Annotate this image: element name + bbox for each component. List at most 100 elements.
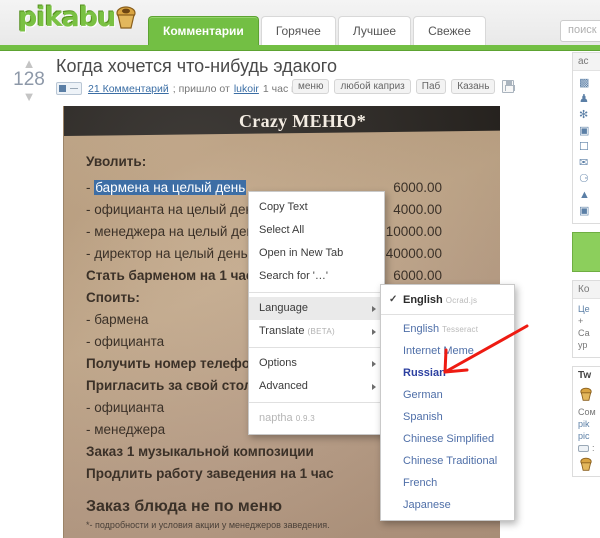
tag-menu[interactable]: меню <box>292 79 330 94</box>
context-menu-item-options[interactable]: Options <box>249 352 384 375</box>
language-sublabel: Ocrad.js <box>445 296 478 305</box>
upload-icon[interactable]: ▲ <box>579 187 600 203</box>
bar-chart-icon[interactable]: ▩ <box>579 75 600 91</box>
post-meta: 21 Комментарий ; пришло от lukoir 1 час … <box>56 82 319 95</box>
menu-item-drink-bartender: - бармена <box>86 312 149 327</box>
context-menu-label: Options <box>259 357 297 369</box>
menu-footnote: *- подробности и условия акции у менедже… <box>86 520 330 530</box>
context-menu-label: Search for '…' <box>259 270 329 282</box>
sidebar-comment-text-2: ур <box>578 340 588 350</box>
language-submenu: ✓ English Ocrad.js English Tesseract Int… <box>380 284 515 521</box>
menu-title: Crazy МЕНЮ* <box>239 111 367 131</box>
vote-widget: ▲ 128 ▼ <box>10 57 48 103</box>
sidebar-comments-box: Ко Це + Са ур <box>572 280 600 358</box>
language-item-russian[interactable]: Russian <box>381 362 514 384</box>
vote-count: 128 <box>13 69 45 90</box>
sidebar-comment-link[interactable]: Це <box>573 303 600 315</box>
context-menu-item-translate[interactable]: Translate (BETA) <box>249 320 384 343</box>
menu-item-extend-hour: Продлить работу заведения на 1 час <box>86 466 334 481</box>
sidebar-tools-header: ас <box>573 53 600 71</box>
search-placeholder: поиск <box>568 24 597 36</box>
copy-icon[interactable]: ☐ <box>579 139 600 155</box>
sidebar-comment-text-1: Са <box>578 328 590 338</box>
context-menu-item-select-all[interactable]: Select All <box>249 219 384 242</box>
language-label: Chinese Simplified <box>403 433 495 445</box>
check-icon: ✓ <box>389 294 398 305</box>
language-item-japanese[interactable]: Japanese <box>381 494 514 516</box>
context-menu-divider <box>249 347 384 348</box>
language-item-french[interactable]: French <box>381 472 514 494</box>
selected-text: бармена на целый день <box>94 180 247 195</box>
comments-link[interactable]: 21 Комментарий <box>88 83 169 95</box>
sidebar-tweet-meta: : <box>573 442 600 454</box>
envelope-icon[interactable]: ✉ <box>579 155 600 171</box>
sidebar-tweet-text: Сом <box>578 407 596 417</box>
menu-item-music: Заказ 1 музыкальной композиции <box>86 444 314 459</box>
chevron-right-icon <box>372 384 376 390</box>
language-label: German <box>403 389 443 401</box>
sidebar-icon-list: ▩ ♟ ✻ ▣ ☐ ✉ ⚆ ▲ ▣ <box>573 71 600 223</box>
language-label: English <box>403 294 443 306</box>
menu-item-drink-waiter: - официанта <box>86 334 165 349</box>
page-title[interactable]: Когда хочется что-нибудь эдакого <box>56 56 337 77</box>
language-item-chinese-traditional[interactable]: Chinese Traditional <box>381 450 514 472</box>
language-label: Japanese <box>403 499 451 511</box>
window-icon[interactable]: ▣ <box>579 123 600 139</box>
menu-item-director-day: - директор на целый день <box>86 246 248 261</box>
menu-item-manager-day: - менеджера на целый день <box>86 224 261 239</box>
menu-item-invite-manager: - менеджера <box>86 422 166 437</box>
post-type-icon <box>56 82 82 95</box>
asterisk-icon[interactable]: ✻ <box>579 107 600 123</box>
language-item-german[interactable]: German <box>381 384 514 406</box>
sidebar-comment-score: + <box>578 316 584 326</box>
context-menu-divider <box>249 292 384 293</box>
sidebar-tweet-link-1[interactable]: pik <box>573 418 600 430</box>
tab-fresh[interactable]: Свежее <box>413 16 486 46</box>
cupcake-icon <box>116 6 136 29</box>
context-menu-item-advanced[interactable]: Advanced <box>249 375 384 398</box>
language-item-spanish[interactable]: Spanish <box>381 406 514 428</box>
menu-item-off-menu-dish: Заказ блюда не по меню <box>86 498 282 515</box>
meta-separator: ; пришло от <box>172 82 230 95</box>
sidebar-promo-banner[interactable] <box>572 232 600 272</box>
language-sublabel: Tesseract <box>442 325 479 334</box>
menu-section-drink: Споить: <box>86 290 140 305</box>
top-bar: pikabu Комментарии Горячее Лучшее Свежее… <box>0 0 600 46</box>
site-logo[interactable]: pikabu <box>18 2 116 33</box>
triangle-down-icon[interactable]: ▼ <box>10 90 48 103</box>
language-item-chinese-simplified[interactable]: Chinese Simplified <box>381 428 514 450</box>
context-menu-label: Open in New Tab <box>259 247 344 259</box>
speech-bubble-icon[interactable]: ⚆ <box>579 171 600 187</box>
context-menu-item-copy-text[interactable]: Copy Text <box>249 196 384 219</box>
menu-item-be-bartender: Стать барменом на 1 час <box>86 268 254 283</box>
context-menu-item-open-new-tab[interactable]: Open in New Tab <box>249 242 384 265</box>
tag-kazan[interactable]: Казань <box>451 79 496 94</box>
language-item-english-tesseract[interactable]: English Tesseract <box>381 318 514 340</box>
person-icon[interactable]: ♟ <box>579 91 600 107</box>
sidebar-tweet-link-2[interactable]: pic <box>573 430 600 442</box>
tab-best[interactable]: Лучшее <box>337 16 412 46</box>
tab-hot[interactable]: Горячее <box>260 16 336 46</box>
tag-pub[interactable]: Паб <box>415 79 447 94</box>
menu-item-invite-table: Пригласить за свой столик <box>86 378 268 393</box>
main-tabs: Комментарии Горячее Лучшее Свежее <box>148 16 488 46</box>
tab-comments[interactable]: Комментарии <box>148 16 259 46</box>
language-label: Internet Meme <box>403 345 474 357</box>
language-label: English <box>403 323 440 335</box>
context-menu-item-search-for[interactable]: Search for '…' <box>249 265 384 288</box>
context-menu-item-language[interactable]: Language <box>249 297 384 320</box>
sidebar-comments-body: Це + Са ур <box>573 299 600 357</box>
context-menu-item-naptha-version: naptha 0.9.3 <box>249 407 384 430</box>
context-menu-label: Translate <box>259 325 305 337</box>
author-link[interactable]: lukoir <box>234 83 259 95</box>
tag-any-whim[interactable]: любой каприз <box>334 79 411 94</box>
chevron-right-icon <box>372 329 376 335</box>
triangle-up-icon[interactable]: ▲ <box>10 57 48 70</box>
language-item-internet-meme[interactable]: Internet Meme <box>381 340 514 362</box>
menu-item-bullet: - <box>86 180 95 195</box>
sidebar-comments-header: Ко <box>573 281 600 299</box>
floppy-disk-icon[interactable]: ▣ <box>579 203 600 219</box>
search-input[interactable]: поиск <box>560 20 600 42</box>
language-item-english-ocrad[interactable]: ✓ English Ocrad.js <box>381 289 514 311</box>
save-icon[interactable] <box>502 80 516 93</box>
